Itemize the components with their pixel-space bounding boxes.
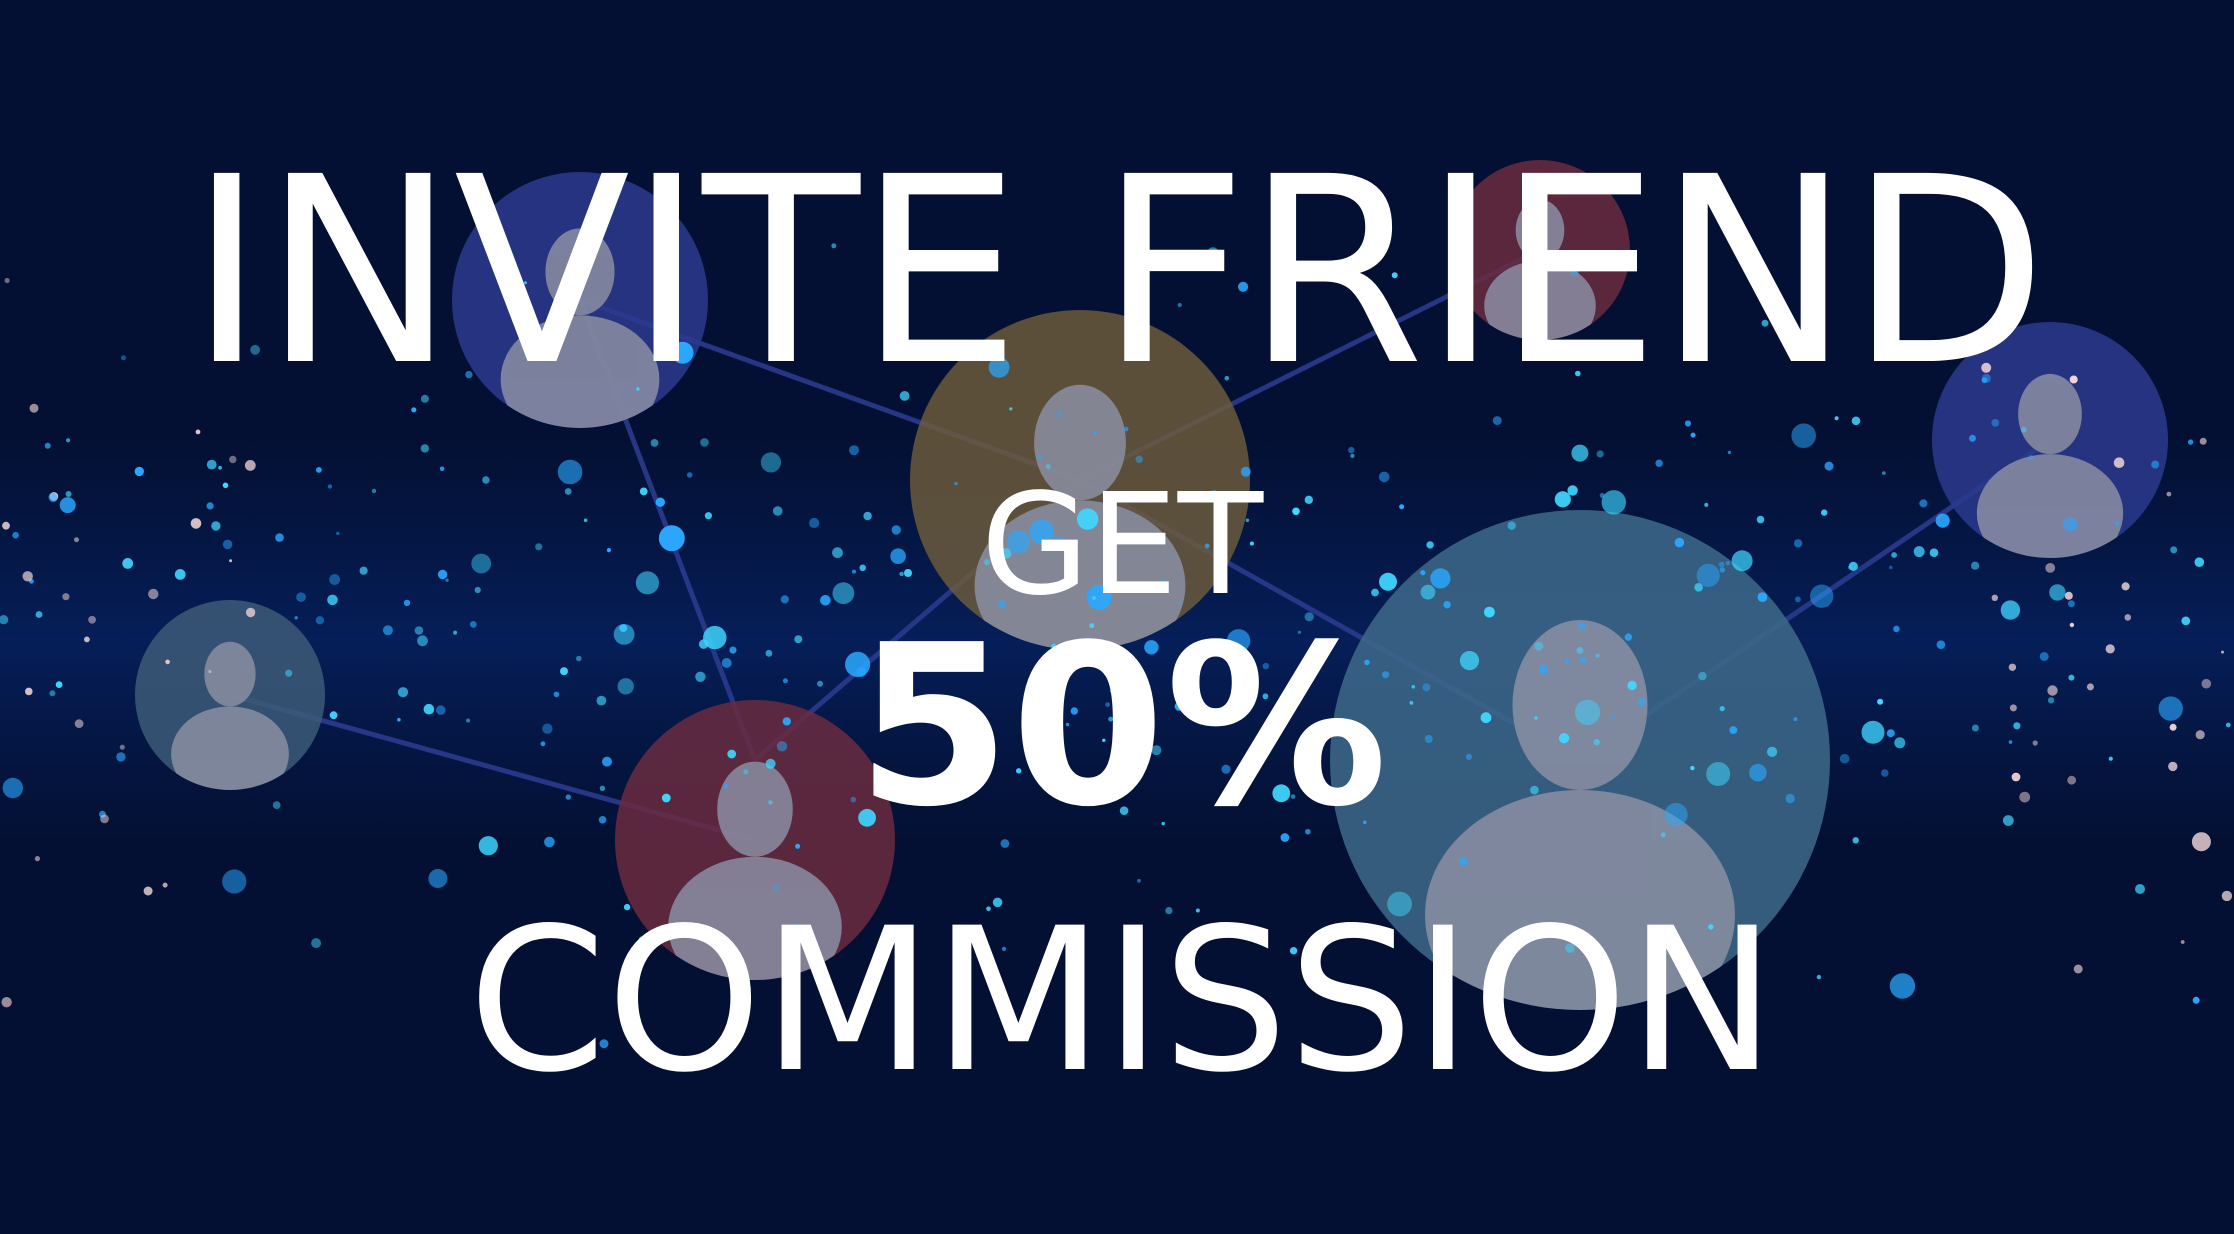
commission-percent: 50% [856,598,1388,856]
particle [1135,455,1143,463]
particle [1458,857,1468,866]
particle [1791,423,1816,449]
particle [1037,455,1043,461]
particle [1093,430,1098,435]
particle [849,445,859,456]
particle [700,438,709,447]
particle [650,439,659,447]
particle [66,438,71,443]
particle [420,444,429,453]
particle [2020,426,2027,433]
invite-friend-title: INVITE FRIEND [188,122,2048,422]
commission-label: COMMISSION [468,885,1776,1116]
particle [1571,444,1589,462]
particle [1350,453,1355,458]
particle [195,429,201,435]
particle [1727,450,1732,455]
particle [44,442,51,449]
particle [1348,446,1355,454]
particle [2199,437,2207,445]
particle [1969,434,1976,442]
particle [1137,878,1141,883]
particle [34,856,41,862]
particle [2028,455,2034,460]
particle [1123,426,1129,432]
particle [2187,439,2194,445]
particle [229,455,237,464]
particle [1596,450,1604,458]
particle [1690,432,1696,438]
invite-friend-banner: INVITE FRIEND GET 50% COMMISSION [0,0,2234,1234]
